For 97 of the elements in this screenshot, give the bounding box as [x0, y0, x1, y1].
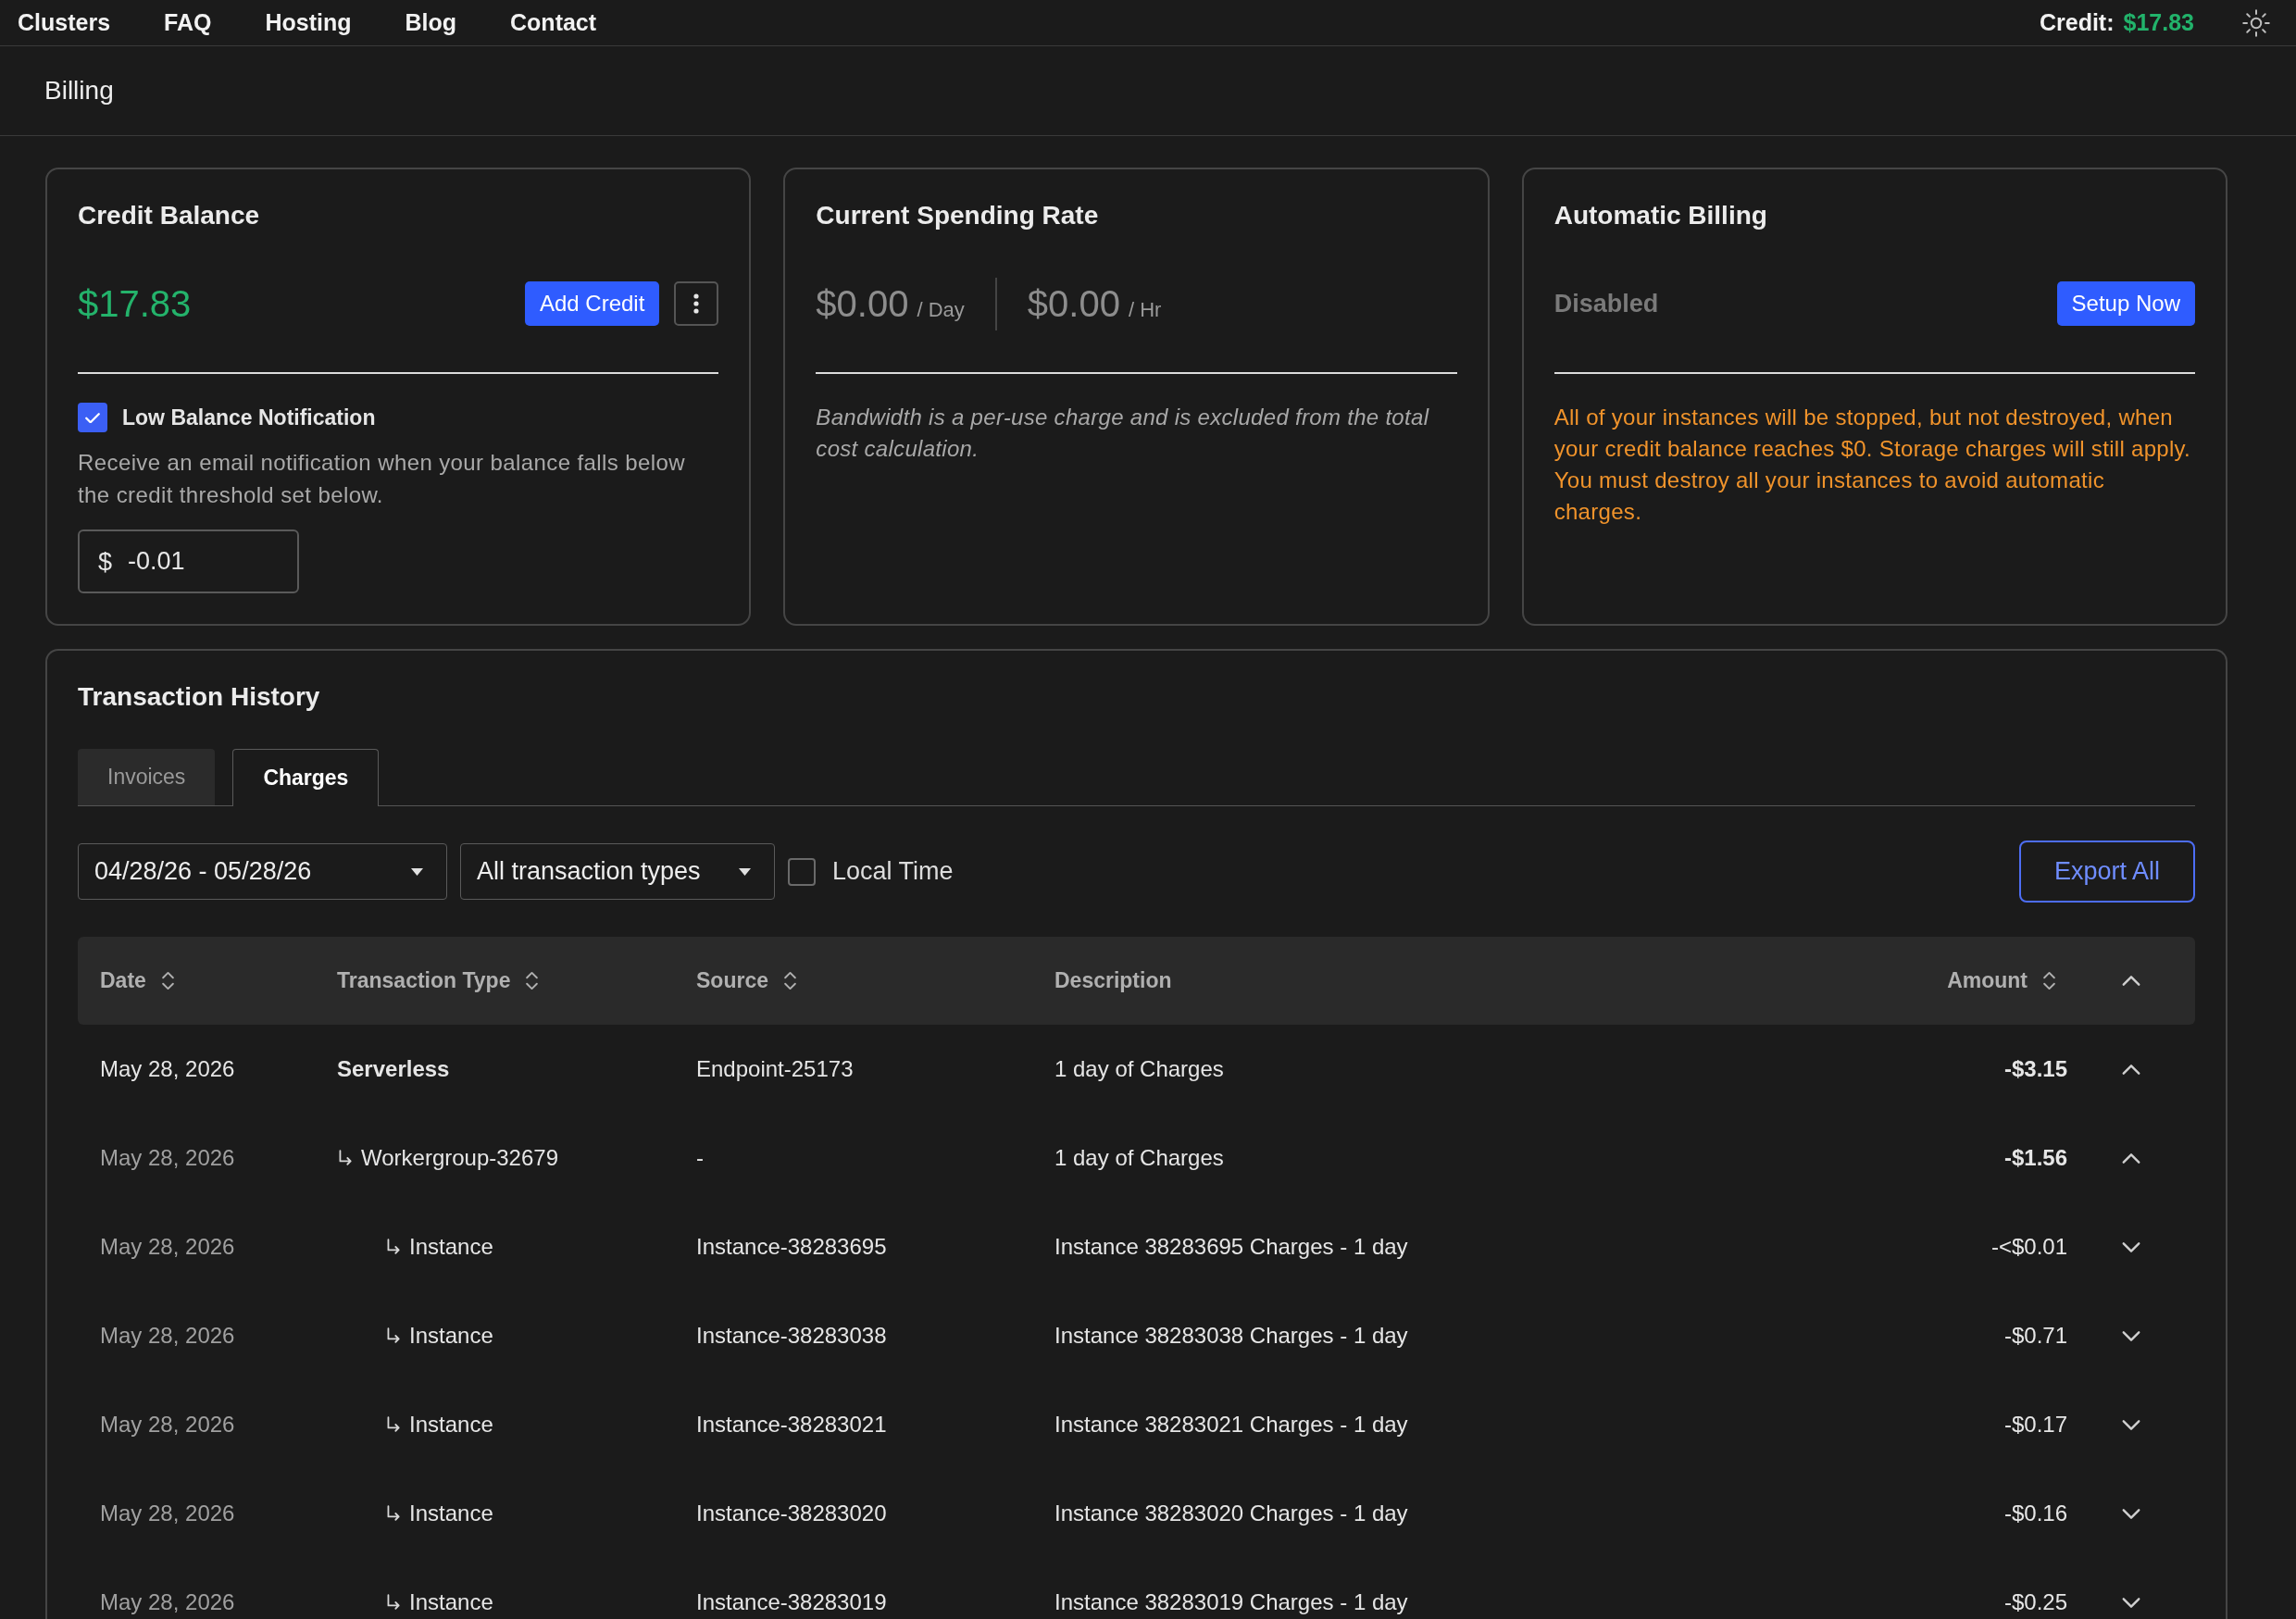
nav-link[interactable]: Clusters [18, 9, 111, 36]
nav-link[interactable]: Hosting [265, 9, 352, 36]
transaction-date: May 28, 2026 [100, 1323, 235, 1349]
transaction-description: Instance 38283695 Charges - 1 day [1054, 1234, 1408, 1260]
corner-arrow-icon [385, 1327, 401, 1344]
export-all-button[interactable]: Export All [2019, 841, 2195, 903]
checkmark-icon [84, 411, 101, 424]
card-title: Transaction History [78, 681, 321, 713]
transaction-type: Instance [409, 1501, 493, 1526]
transaction-source: Instance-38283019 [696, 1589, 887, 1615]
transaction-type-select[interactable]: All transaction types [460, 843, 775, 900]
transaction-description: Instance 38283020 Charges - 1 day [1054, 1501, 1408, 1526]
rate-unit: / Hr [1128, 298, 1162, 322]
caret-icon [739, 867, 751, 876]
tab[interactable]: Invoices [78, 749, 216, 805]
transaction-date: May 28, 2026 [100, 1145, 235, 1171]
transaction-type: Instance [409, 1589, 493, 1615]
sort-icon[interactable] [2042, 970, 2056, 991]
card-title: Current Spending Rate [816, 200, 1100, 231]
transaction-date: May 28, 2026 [100, 1056, 235, 1082]
transaction-source: Instance-38283020 [696, 1501, 887, 1526]
transaction-description: Instance 38283019 Charges - 1 day [1054, 1589, 1408, 1615]
tab[interactable]: Charges [232, 749, 380, 806]
balance-amount: $17.83 [78, 282, 192, 326]
transaction-type: Instance [409, 1412, 493, 1438]
chevron-down-icon[interactable] [2121, 1507, 2141, 1520]
column-heading: Source [696, 968, 768, 993]
corner-arrow-icon [385, 1594, 401, 1611]
add-credit-button[interactable]: Add Credit [524, 281, 660, 326]
credit-label: Credit: [2039, 9, 2115, 36]
notification-label: Low Balance Notification [122, 405, 376, 430]
sort-icon[interactable] [783, 970, 797, 991]
transaction-source: Instance-38283038 [696, 1323, 887, 1349]
transaction-description: Instance 38283021 Charges - 1 day [1054, 1412, 1408, 1438]
column-heading: Description [1054, 968, 1172, 993]
transaction-source: Instance-38283021 [696, 1412, 887, 1438]
transaction-type: Serverless [337, 1056, 450, 1082]
page-title: Billing [44, 76, 114, 106]
billing-status: Disabled [1554, 289, 1659, 318]
nav-link[interactable]: FAQ [164, 9, 212, 36]
transaction-source: - [696, 1145, 704, 1171]
chevron-up-icon[interactable] [2121, 1152, 2141, 1164]
nav-link[interactable]: Contact [510, 9, 597, 36]
chevron-down-icon[interactable] [2121, 1329, 2141, 1342]
setup-now-button[interactable]: Setup Now [2056, 281, 2195, 326]
transaction-amount: -$0.16 [2003, 1501, 2067, 1526]
local-time-checkbox[interactable] [788, 857, 816, 886]
column-heading: Date [100, 968, 146, 993]
corner-arrow-icon [385, 1239, 401, 1255]
transaction-amount: -$3.15 [2003, 1056, 2067, 1082]
transaction-description: Instance 38283038 Charges - 1 day [1054, 1323, 1408, 1349]
rate-amount: $0.00 [1027, 282, 1120, 326]
sort-icon[interactable] [160, 970, 175, 991]
column-heading: Amount [1947, 968, 2028, 993]
card-title: Automatic Billing [1554, 200, 1768, 231]
transaction-amount: -<$0.01 [1990, 1234, 2067, 1260]
transaction-type: Workergroup-32679 [361, 1145, 558, 1171]
transaction-date: May 28, 2026 [100, 1589, 235, 1615]
rate-unit: / Day [917, 298, 965, 322]
sun-icon[interactable] [2242, 8, 2270, 37]
card-title: Credit Balance [78, 200, 261, 231]
chevron-up-icon[interactable] [2121, 975, 2141, 987]
notification-checkbox[interactable] [78, 403, 107, 432]
transaction-date: May 28, 2026 [100, 1501, 235, 1526]
column-heading: Transaction Type [337, 968, 511, 993]
transaction-amount: -$1.56 [2003, 1145, 2067, 1171]
sort-icon[interactable] [525, 970, 540, 991]
local-time-label: Local Time [832, 857, 954, 886]
transaction-date: May 28, 2026 [100, 1234, 235, 1260]
transaction-amount: -$0.17 [2003, 1412, 2067, 1438]
chevron-down-icon[interactable] [2121, 1418, 2141, 1431]
corner-arrow-icon [385, 1416, 401, 1433]
transaction-source: Endpoint-25173 [696, 1056, 854, 1082]
transaction-type: Instance [409, 1323, 493, 1349]
vertical-dots-icon [693, 293, 700, 314]
chevron-down-icon[interactable] [2121, 1596, 2141, 1609]
transaction-source: Instance-38283695 [696, 1234, 887, 1260]
corner-arrow-icon [337, 1150, 353, 1166]
nav-link[interactable]: Blog [405, 9, 457, 36]
bandwidth-note: Bandwidth is a per-use charge and is excluded from the total cost calculation. [816, 404, 1430, 463]
currency-symbol: $ [98, 547, 113, 576]
transaction-amount: -$0.25 [2003, 1589, 2067, 1615]
transaction-description: 1 day of Charges [1054, 1056, 1224, 1082]
transaction-date: May 28, 2026 [100, 1412, 235, 1438]
chevron-down-icon[interactable] [2121, 1240, 2141, 1253]
more-options-button[interactable] [674, 281, 719, 326]
billing-warning: All of your instances will be stopped, but not destroyed, when your credit balance reaches $0. Storage charges will still apply. You must destroy all your instances to avoid automatic charges. [1554, 404, 2192, 526]
rate-amount: $0.00 [816, 282, 909, 326]
notification-description: Receive an email notification when your balance falls below the credit threshold set below. [78, 449, 686, 509]
caret-icon [411, 867, 423, 876]
transaction-type: Instance [409, 1234, 493, 1260]
corner-arrow-icon [385, 1505, 401, 1522]
date-range-select[interactable]: 04/28/26 - 05/28/26 [78, 843, 447, 900]
transaction-description: 1 day of Charges [1054, 1145, 1224, 1171]
credit-value: $17.83 [2123, 9, 2194, 36]
transaction-amount: -$0.71 [2003, 1323, 2067, 1349]
chevron-up-icon[interactable] [2121, 1063, 2141, 1076]
